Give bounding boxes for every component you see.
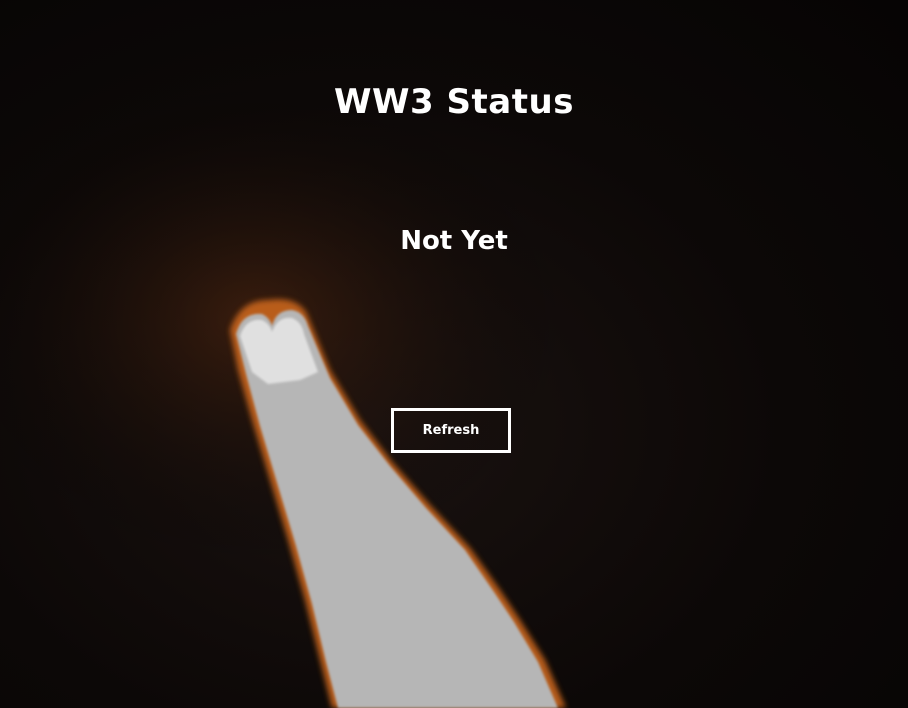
page-title: WW3 Status xyxy=(334,82,574,122)
page: WW3 Status Not Yet Refresh xyxy=(0,0,908,708)
status-text: Not Yet xyxy=(400,226,508,256)
refresh-button[interactable]: Refresh xyxy=(391,408,511,453)
content: WW3 Status Not Yet Refresh xyxy=(0,0,908,708)
